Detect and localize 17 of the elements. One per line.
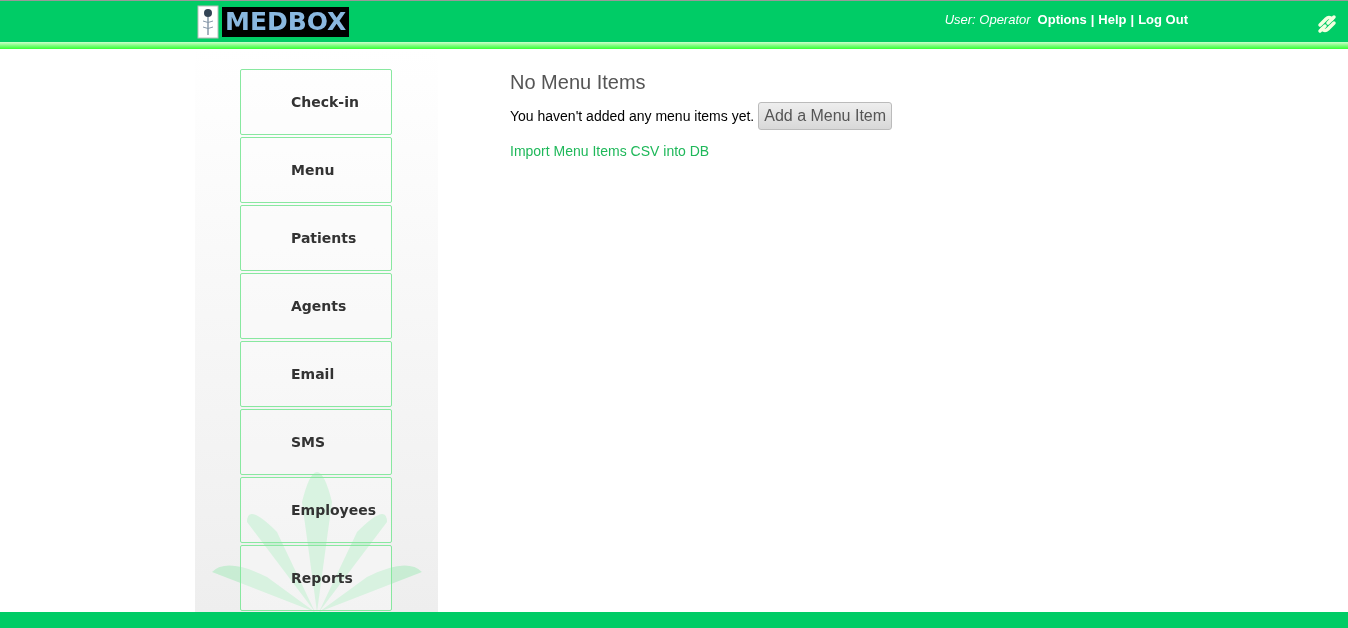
caduceus-icon — [197, 4, 219, 39]
nav-button[interactable]: Patients — [240, 205, 392, 271]
add-menu-item-button[interactable]: Add a Menu Item — [758, 102, 893, 130]
page-heading: No Menu Items — [510, 71, 647, 94]
separator: | — [1090, 11, 1095, 27]
nav-button[interactable]: Reports — [240, 545, 392, 611]
nav-button[interactable]: SMS — [240, 409, 392, 475]
nav-button[interactable]: Email — [240, 341, 392, 407]
nav-button[interactable]: Agents — [240, 273, 392, 339]
nav-button[interactable]: Check-in — [240, 69, 392, 135]
user-label: User: Operator — [944, 11, 1031, 27]
separator: | — [1130, 11, 1135, 27]
nav-button[interactable]: Menu — [240, 137, 392, 203]
logo[interactable]: MEDBOX — [222, 6, 350, 37]
empty-message: You haven't added any menu items yet. — [510, 108, 755, 124]
nav-button[interactable]: Employees — [240, 477, 392, 543]
link-icon[interactable] — [1316, 13, 1338, 35]
